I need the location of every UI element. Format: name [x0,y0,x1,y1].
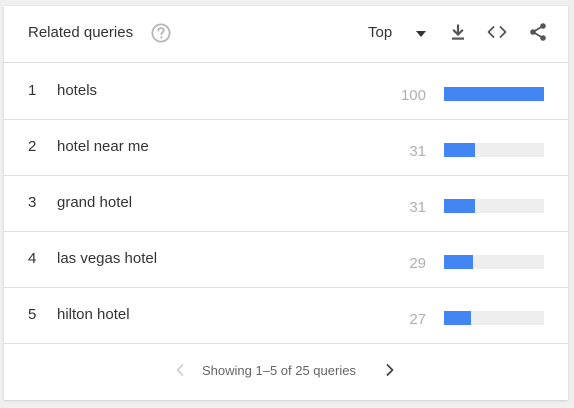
row-rank: 1 [28,82,37,99]
download-button[interactable] [444,20,472,48]
row-rank: 2 [28,138,37,155]
row-rank: 3 [28,194,37,211]
sort-select[interactable]: Top [356,20,436,48]
table-row[interactable]: 5 hilton hotel 27 [4,287,568,344]
row-value: 31 [409,199,426,216]
row-rank: 5 [28,306,37,323]
help-circle-icon[interactable] [151,23,171,43]
row-query-link[interactable]: hotel near me [57,138,149,155]
embed-code-icon [486,23,508,46]
pagination-label: Showing 1–5 of 25 queries [202,363,356,378]
caret-down-icon [416,31,426,37]
share-icon [528,22,548,47]
row-bar-fill [444,311,471,325]
row-bar-track [444,143,544,157]
row-value: 27 [409,311,426,328]
row-bar-fill [444,199,475,213]
table-row[interactable]: 3 grand hotel 31 [4,175,568,232]
share-button[interactable] [524,20,552,48]
row-bar-fill [444,255,473,269]
row-bar-track [444,199,544,213]
table-row[interactable]: 1 hotels 100 [4,63,568,120]
related-queries-card: Related queries Top 1 hotels 100 2 hotel… [4,6,568,400]
row-value: 29 [409,255,426,272]
row-bar-track [444,311,544,325]
row-query-link[interactable]: las vegas hotel [57,250,157,267]
table-row[interactable]: 4 las vegas hotel 29 [4,231,568,288]
row-query-link[interactable]: hilton hotel [57,306,130,323]
row-value: 100 [400,87,426,104]
card-title: Related queries [28,24,134,41]
row-value: 31 [409,143,426,160]
row-bar-track [444,87,544,101]
table-row[interactable]: 2 hotel near me 31 [4,119,568,176]
row-query-link[interactable]: hotels [57,82,97,99]
chevron-left-icon[interactable] [172,362,188,378]
row-bar-fill [444,87,544,101]
card-header: Related queries Top [4,6,568,63]
row-bar-track [444,255,544,269]
row-rank: 4 [28,250,37,267]
row-bar-fill [444,143,475,157]
embed-button[interactable] [483,20,511,48]
chevron-right-icon[interactable] [382,362,398,378]
download-icon [449,23,467,46]
sort-select-value: Top [368,24,393,41]
row-query-link[interactable]: grand hotel [57,194,132,211]
pagination: Showing 1–5 of 25 queries [4,343,568,400]
